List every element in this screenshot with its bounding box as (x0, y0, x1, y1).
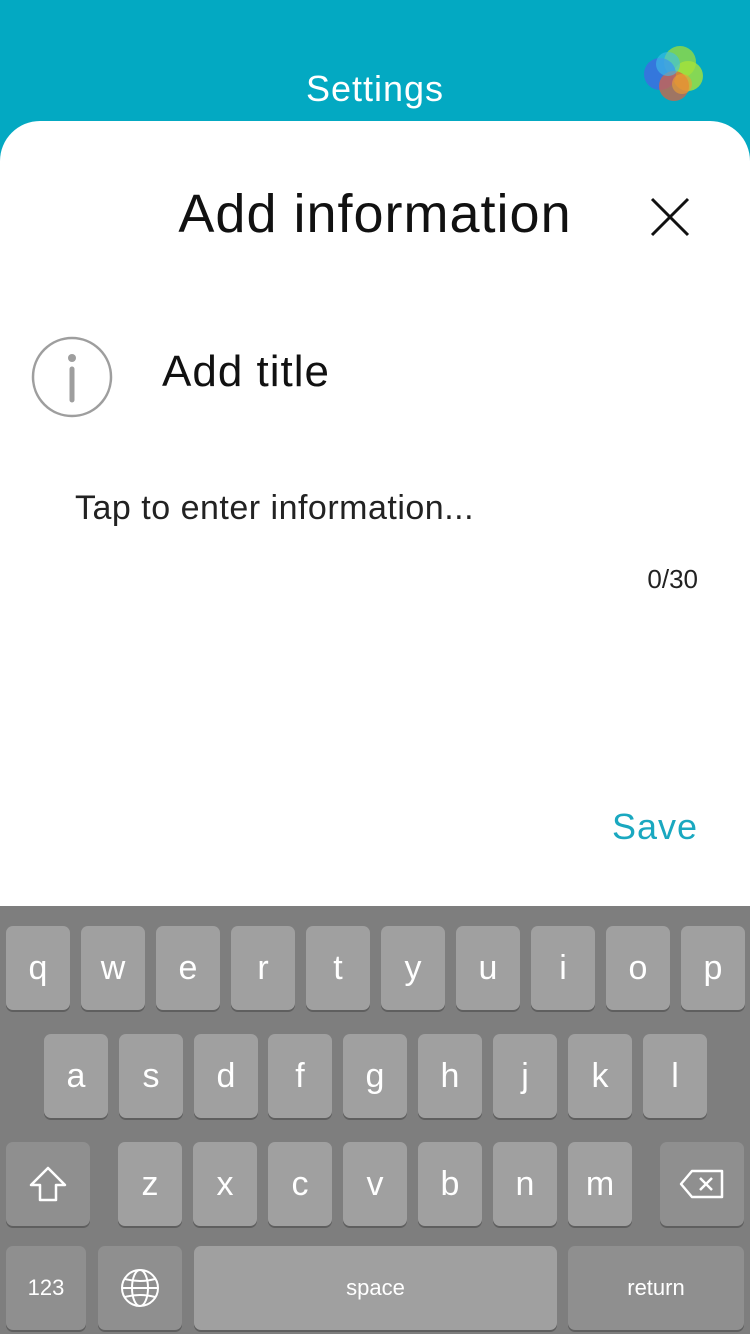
space-key[interactable]: space (194, 1246, 557, 1330)
backspace-icon (679, 1169, 724, 1199)
key-f[interactable]: f (268, 1034, 332, 1118)
backspace-key[interactable] (660, 1142, 744, 1226)
dialog-title: Add information (178, 184, 572, 244)
key-n[interactable]: n (493, 1142, 557, 1226)
app-logo-icon (644, 46, 703, 101)
globe-icon (121, 1269, 159, 1307)
key-x[interactable]: x (193, 1142, 257, 1226)
key-t[interactable]: t (306, 926, 370, 1010)
key-v[interactable]: v (343, 1142, 407, 1226)
key-l[interactable]: l (643, 1034, 707, 1118)
key-j[interactable]: j (493, 1034, 557, 1118)
save-button[interactable]: Save (612, 806, 698, 848)
character-counter: 0/30 (647, 564, 698, 594)
shift-key[interactable] (6, 1142, 90, 1226)
numbers-key[interactable]: 123 (6, 1246, 86, 1330)
key-e[interactable]: e (156, 926, 220, 1010)
close-icon[interactable] (640, 187, 700, 247)
key-h[interactable]: h (418, 1034, 482, 1118)
key-b[interactable]: b (418, 1142, 482, 1226)
on-screen-keyboard: q w e r t y u i o p a s d f g h j k l z … (0, 906, 750, 1334)
key-o[interactable]: o (606, 926, 670, 1010)
info-icon (31, 336, 113, 418)
key-i[interactable]: i (531, 926, 595, 1010)
add-information-sheet: Add information Add title Tap to enter i… (0, 121, 750, 921)
key-w[interactable]: w (81, 926, 145, 1010)
key-q[interactable]: q (6, 926, 70, 1010)
key-z[interactable]: z (118, 1142, 182, 1226)
key-r[interactable]: r (231, 926, 295, 1010)
return-key[interactable]: return (568, 1246, 744, 1330)
add-title-field[interactable]: Add title (162, 347, 330, 397)
page-title: Settings (305, 68, 445, 109)
key-c[interactable]: c (268, 1142, 332, 1226)
shift-icon (29, 1166, 67, 1202)
key-u[interactable]: u (456, 926, 520, 1010)
key-p[interactable]: p (681, 926, 745, 1010)
key-s[interactable]: s (119, 1034, 183, 1118)
key-m[interactable]: m (568, 1142, 632, 1226)
key-k[interactable]: k (568, 1034, 632, 1118)
key-a[interactable]: a (44, 1034, 108, 1118)
key-d[interactable]: d (194, 1034, 258, 1118)
key-g[interactable]: g (343, 1034, 407, 1118)
information-input[interactable]: Tap to enter information... (75, 489, 695, 539)
globe-key[interactable] (98, 1246, 182, 1330)
key-y[interactable]: y (381, 926, 445, 1010)
